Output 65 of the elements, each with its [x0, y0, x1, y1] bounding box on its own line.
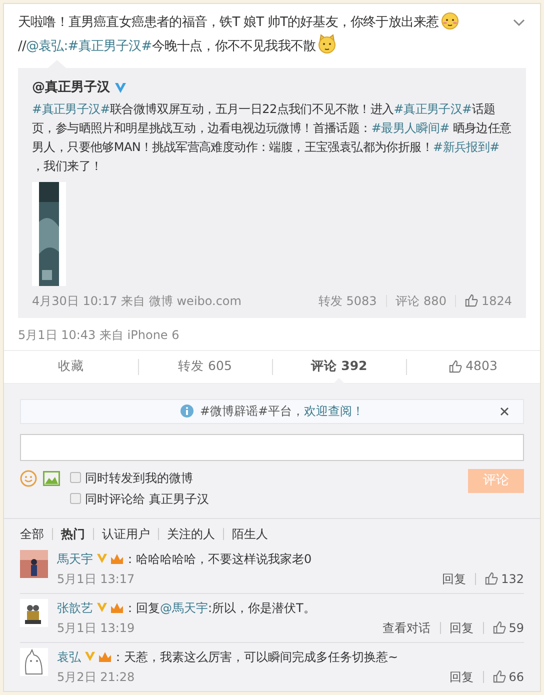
notice-link[interactable]: 欢迎查阅！	[304, 402, 364, 420]
user-name[interactable]: 馬天宇	[57, 550, 93, 568]
post-time: 5月1日 10:43 来自 iPhone 6	[18, 326, 180, 344]
thumbs-up-icon	[448, 360, 462, 373]
thumbs-up-icon	[485, 572, 498, 585]
filter-tab[interactable]: 热门	[61, 524, 85, 542]
action-tab[interactable]: 评论 392	[310, 357, 368, 376]
like-button[interactable]: 132	[485, 570, 524, 588]
filter-tab[interactable]: 关注的人	[167, 524, 215, 542]
comment-time: 5月2日 21:28	[57, 668, 136, 686]
reply-link[interactable]: 回复	[442, 570, 466, 588]
comment-text: ：哈哈哈哈哈，不要这样说我家老0	[124, 550, 312, 568]
link[interactable]: #新兵报到#	[433, 140, 500, 154]
reply-link[interactable]: 回复	[450, 618, 474, 636]
close-icon[interactable]	[500, 406, 509, 416]
action-tab[interactable]: 转发 605	[178, 357, 232, 376]
blushing-face-icon	[440, 10, 460, 30]
comment-input[interactable]	[20, 434, 524, 460]
v-badge-icon	[84, 651, 96, 662]
like-button[interactable]: 1824	[465, 292, 512, 310]
image-icon[interactable]	[43, 470, 60, 486]
forward-link[interactable]: 转发 5083	[318, 292, 377, 310]
like-button[interactable]: 4803	[448, 357, 498, 376]
author-name[interactable]: @真正男子汉	[32, 78, 110, 98]
comment-text: ：回复@馬天宇:所以，你是潜伏T。	[124, 600, 316, 616]
action-tab[interactable]: 收藏	[58, 357, 84, 376]
reply-link[interactable]: 查看对话	[382, 618, 431, 636]
filter-tab[interactable]: 陌生人	[232, 524, 268, 542]
crown-icon	[110, 602, 124, 614]
thumbs-up-icon	[465, 294, 478, 307]
checkbox[interactable]	[70, 493, 81, 504]
thumbs-up-icon	[492, 621, 506, 634]
link[interactable]: @馬天宇	[160, 600, 208, 614]
v-badge-icon	[96, 602, 108, 613]
notice-text: #微博辟谣#平台，	[200, 403, 304, 420]
reply-link[interactable]: 回复	[450, 668, 474, 686]
crown-icon	[110, 552, 124, 564]
comment-text: ：天惹，我素这么厉害，可以瞬间完成多任务切换惹~	[112, 648, 398, 666]
checkbox[interactable]	[70, 472, 81, 483]
like-button[interactable]: 59	[492, 618, 524, 636]
smiley-icon[interactable]	[20, 470, 37, 486]
post-text: 天啦噜！直男癌直女癌患者的福音，铁T 娘T 帅T的好基友，你终于放出来惹 //@袁弘:#真正男子汉#今晚十点，你不不见我我不散	[18, 10, 504, 58]
thumbs-up-icon	[492, 670, 506, 683]
comment-time: 5月1日 13:17	[57, 570, 136, 588]
link[interactable]: @袁弘	[26, 39, 64, 54]
checkbox-label: 同时评论给 真正男子汉	[85, 490, 209, 508]
link[interactable]: #真正男子汉#	[32, 102, 110, 116]
link[interactable]: #最男人瞬间#	[371, 120, 450, 134]
link[interactable]: :#真正男子汉#	[64, 39, 152, 54]
like-button[interactable]: 66	[492, 668, 524, 686]
filter-tab[interactable]: 认证用户	[102, 524, 150, 542]
dog-face-icon	[316, 34, 337, 54]
comment-link[interactable]: 评论 880	[396, 292, 446, 310]
user-name[interactable]: 张歆艺	[57, 598, 93, 616]
filter-tab[interactable]: 全部	[20, 524, 44, 542]
comment-time: 5月1日 13:19	[57, 620, 136, 636]
v-badge-icon	[96, 553, 108, 564]
link[interactable]: #真正男子汉#	[394, 102, 472, 116]
repost-text: #真正男子汉#联合微博双屏互动，五月一日22点我们不见不散！进入#真正男子汉#话题页，参与晒照片和明星挑战互动，边看电视边玩微博！首播话题：#最男人瞬间# 晒身边任意男人，只要他够MAN！挑战军营高难度动作：端腹，王宝强袁弘都为你折服！#新兵报到# ，我们来了！	[32, 100, 512, 174]
crown-icon	[98, 650, 112, 662]
checkbox-label: 同时转发到我的微博	[85, 470, 193, 486]
chevron-down-icon[interactable]	[512, 18, 526, 28]
repost-time: 4月30日 10:17 来自 微博 weibo.com	[32, 292, 242, 310]
info-icon	[180, 404, 194, 418]
user-name[interactable]: 袁弘	[57, 648, 81, 666]
